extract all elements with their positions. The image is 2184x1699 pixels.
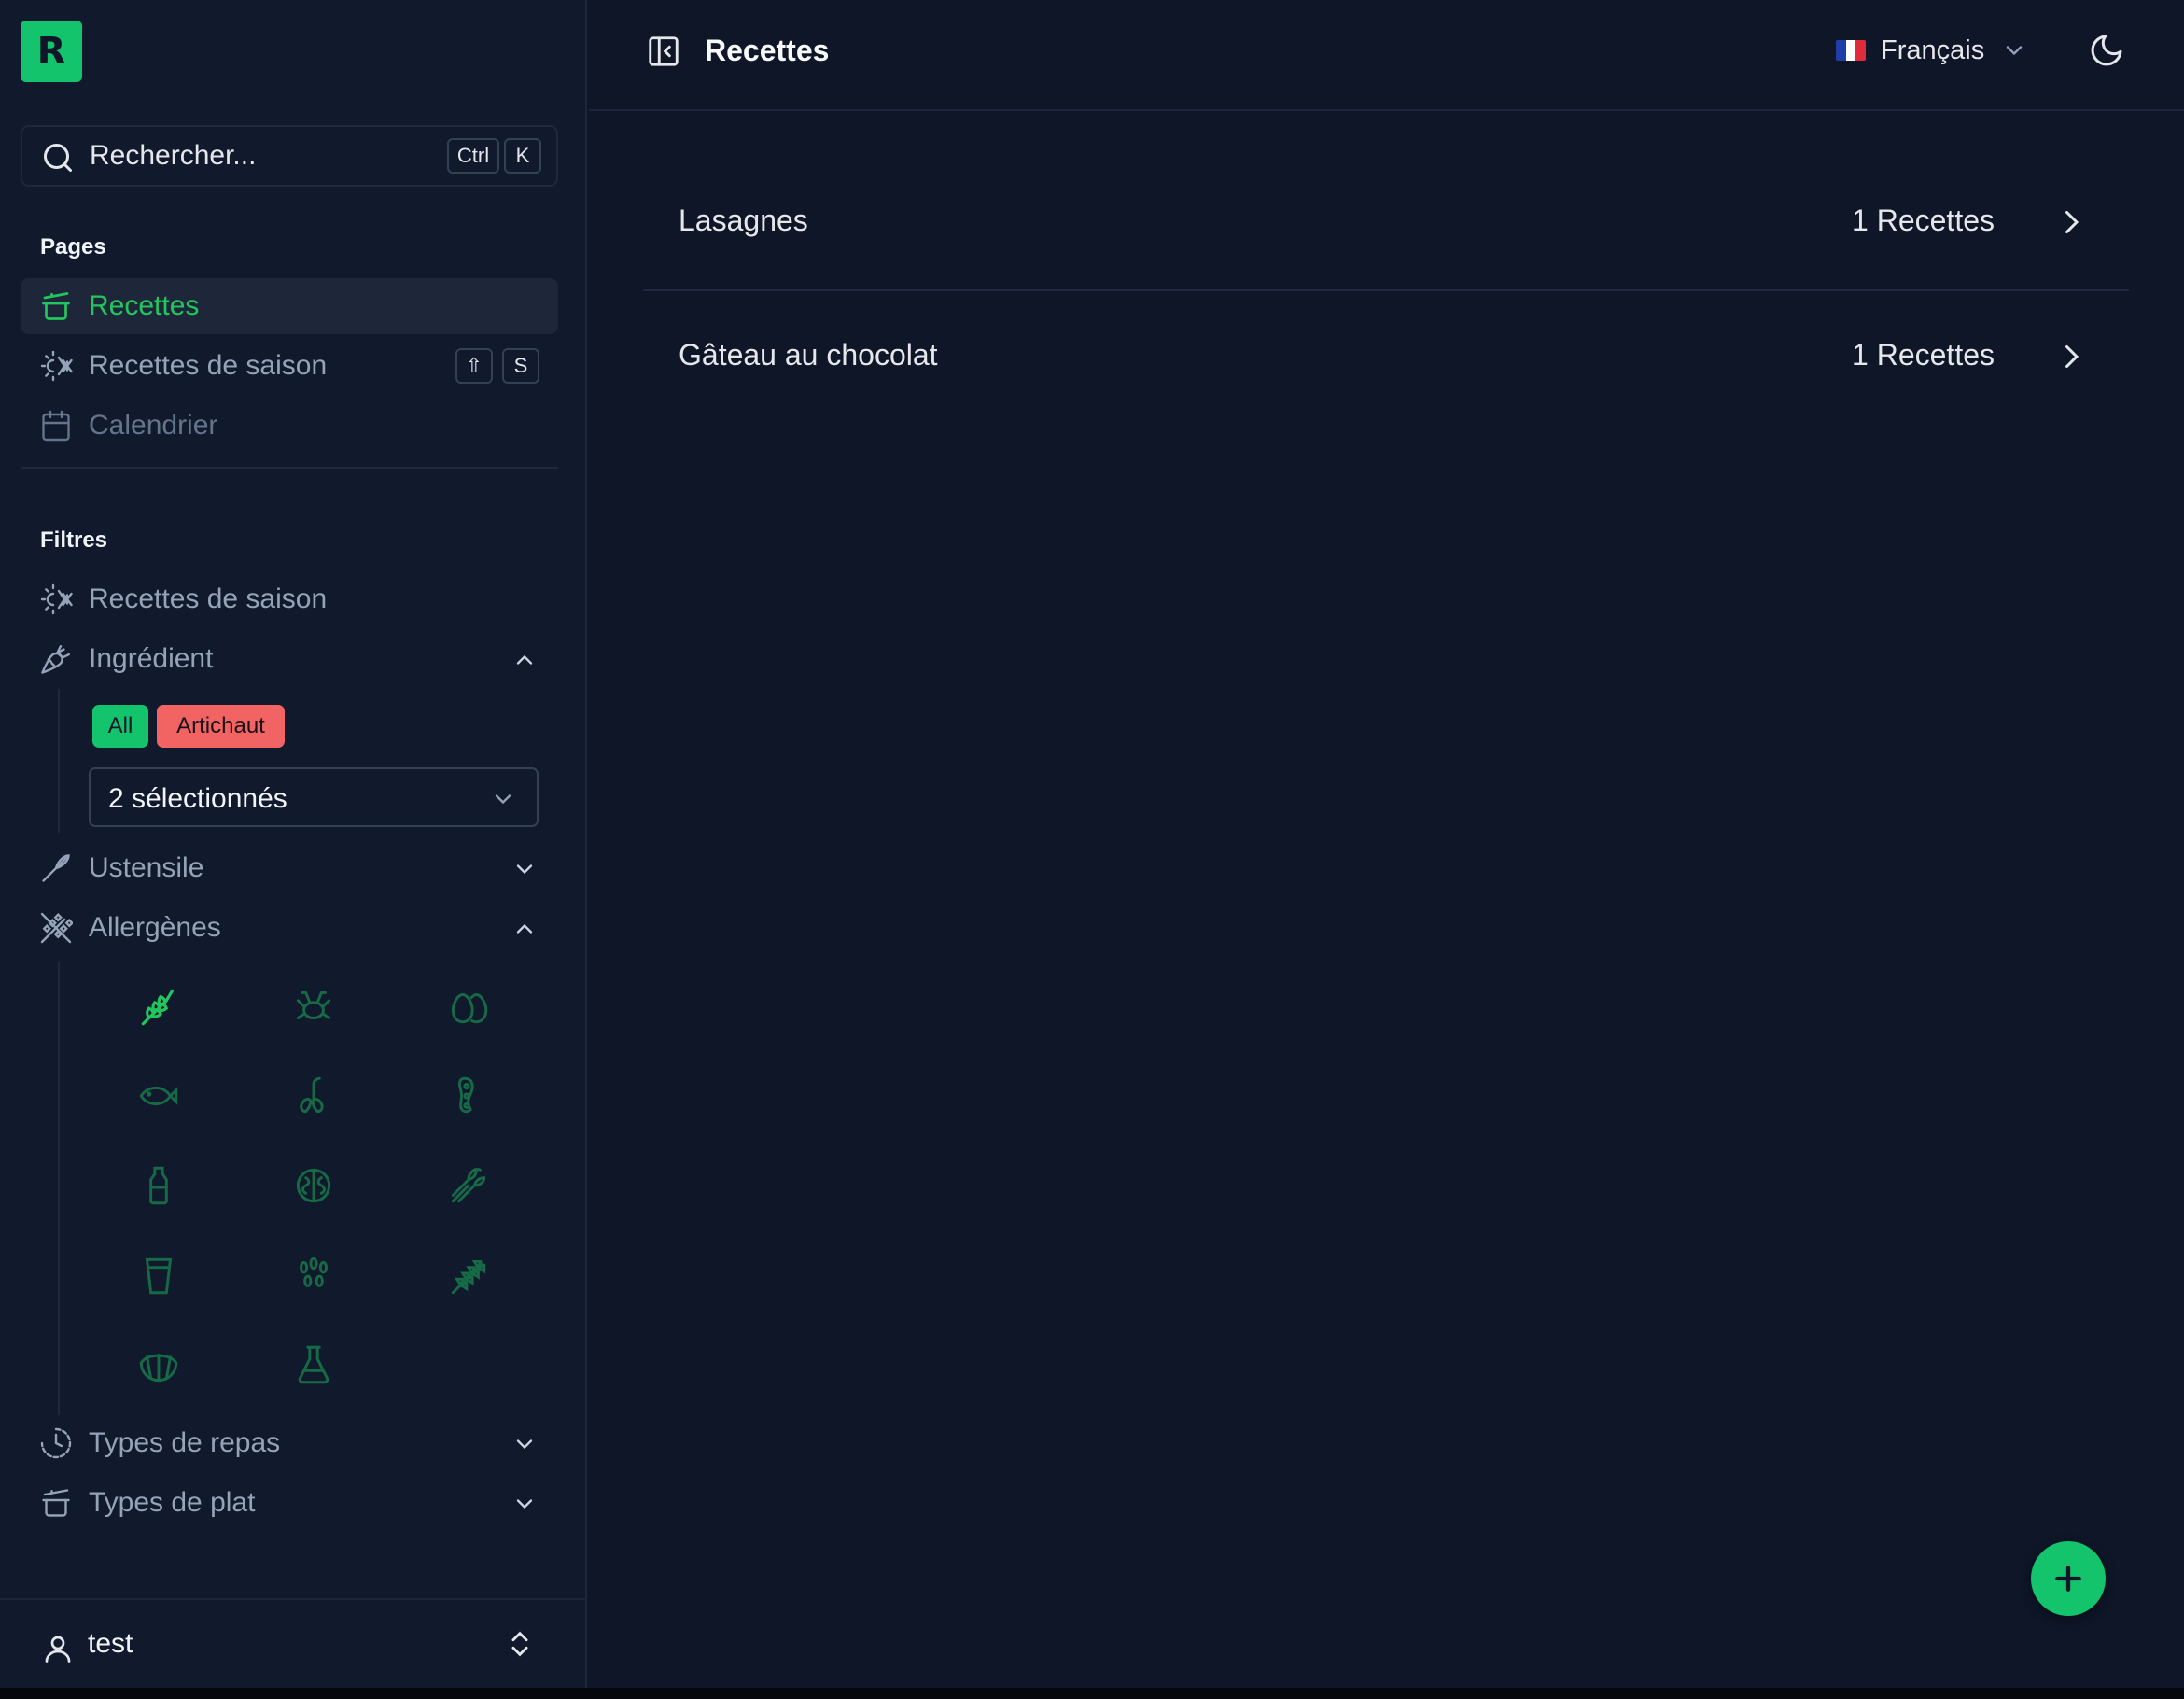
recipe-name: Lasagnes: [679, 204, 808, 237]
french-flag-icon: [1836, 40, 1866, 61]
chip-all[interactable]: All: [92, 705, 148, 748]
nav-item-calendrier[interactable]: Calendrier: [21, 398, 558, 454]
filter-label: Ingrédient: [89, 643, 214, 674]
sidebar-divider: [21, 467, 558, 469]
gluten-icon[interactable]: [135, 983, 182, 1030]
top-header: Recettes Français: [589, 0, 2184, 111]
chip-artichaut[interactable]: Artichaut: [157, 705, 285, 748]
sulphite-icon[interactable]: [290, 1341, 337, 1388]
peanut-icon[interactable]: [290, 1073, 337, 1119]
shortcut-key-s: S: [502, 348, 539, 384]
shortcut-key-ctrl: Ctrl: [447, 138, 499, 174]
filter-label: Recettes de saison: [89, 583, 328, 614]
recipe-row[interactable]: Lasagnes 1 Recettes: [643, 157, 2129, 291]
window-bottom-edge: [0, 1688, 2184, 1699]
app-logo-letter: R: [36, 30, 66, 73]
filter-dish-types-toggle[interactable]: Types de plat: [21, 1475, 558, 1531]
recipe-count: 1 Recettes: [1852, 338, 1995, 372]
search-icon: [41, 141, 75, 175]
nav-item-recettes-de-saison[interactable]: Recettes de saison ⇧ S: [21, 338, 558, 394]
chevron-down-icon: [511, 1431, 538, 1457]
ingredient-select-value: 2 sélectionnés: [108, 783, 287, 814]
milk-icon[interactable]: [135, 1162, 182, 1209]
carrot-icon: [39, 642, 73, 676]
search-placeholder: Rechercher...: [90, 140, 257, 171]
pot-icon: [39, 289, 73, 323]
shortcut-key-shift: ⇧: [455, 348, 493, 384]
pot-icon: [39, 1486, 73, 1520]
moon-icon[interactable]: [2088, 32, 2125, 69]
plus-icon: [2050, 1560, 2087, 1597]
sidebar-toggle-icon[interactable]: [646, 34, 681, 69]
sun-snowflake-icon: [39, 583, 73, 616]
filter-seasonal[interactable]: Recettes de saison: [21, 571, 558, 627]
wheat-off-icon: [39, 911, 73, 945]
sidebar: R Rechercher... Ctrl K Pages Recettes Re…: [0, 0, 587, 1688]
chevron-down-icon: [490, 786, 516, 812]
filter-ingredient-toggle[interactable]: Ingrédient: [21, 631, 558, 687]
shortcut-key-k: K: [504, 138, 541, 174]
user-name: test: [88, 1628, 133, 1659]
nav-item-label: Calendrier: [89, 410, 218, 441]
celery-icon[interactable]: [445, 1162, 492, 1209]
chevron-down-icon: [511, 1491, 538, 1517]
recipe-name: Gâteau au chocolat: [679, 338, 938, 372]
ingredient-tree-line: [58, 689, 60, 833]
filter-label: Types de plat: [89, 1487, 256, 1518]
recipe-row[interactable]: Gâteau au chocolat 1 Recettes: [643, 291, 2129, 426]
chevron-down-icon: [2001, 37, 2027, 63]
filter-utensil-toggle[interactable]: Ustensile: [21, 840, 558, 896]
chevron-right-icon: [2054, 340, 2088, 373]
add-recipe-button[interactable]: [2031, 1541, 2106, 1616]
clock-icon: [39, 1426, 73, 1460]
chevron-up-icon: [511, 916, 538, 942]
whisk-icon: [39, 851, 73, 885]
filter-label: Allergènes: [89, 912, 221, 943]
app-logo[interactable]: R: [21, 21, 82, 82]
nut-icon[interactable]: [290, 1162, 337, 1209]
fish-icon[interactable]: [135, 1073, 182, 1119]
filter-label: Ustensile: [89, 852, 204, 883]
recipe-count: 1 Recettes: [1852, 204, 1995, 237]
user-menu[interactable]: test: [0, 1598, 587, 1688]
chevrons-up-down-icon: [504, 1628, 536, 1660]
calendar-icon: [39, 409, 73, 442]
chevron-up-icon: [511, 647, 538, 673]
soy-icon[interactable]: [445, 1073, 492, 1119]
mollusc-icon[interactable]: [135, 1341, 182, 1388]
filter-allergens-toggle[interactable]: Allergènes: [21, 900, 558, 956]
egg-icon[interactable]: [445, 983, 492, 1030]
allergen-tree-line: [58, 962, 60, 1415]
nav-item-label: Recettes: [89, 290, 200, 321]
nav-item-label: Recettes de saison: [89, 350, 328, 381]
sun-snowflake-icon: [39, 349, 73, 383]
search-bar[interactable]: Rechercher... Ctrl K: [21, 125, 558, 187]
ingredient-select[interactable]: 2 sélectionnés: [89, 767, 539, 827]
sesame-icon[interactable]: [290, 1252, 337, 1299]
language-label: Français: [1881, 35, 1985, 65]
crustacean-icon[interactable]: [290, 983, 337, 1030]
nav-item-recettes[interactable]: Recettes: [21, 278, 558, 334]
filter-label: Types de repas: [89, 1427, 281, 1458]
chevron-down-icon: [511, 856, 538, 882]
pages-section-title: Pages: [40, 234, 106, 260]
user-icon: [41, 1632, 75, 1665]
filter-meal-types-toggle[interactable]: Types de repas: [21, 1415, 558, 1471]
chevron-right-icon: [2054, 205, 2088, 239]
mustard-icon[interactable]: [135, 1252, 182, 1299]
language-select[interactable]: Français: [1836, 32, 2027, 69]
lupin-icon[interactable]: [445, 1252, 492, 1299]
page-title: Recettes: [705, 34, 830, 67]
filters-section-title: Filtres: [40, 527, 108, 553]
